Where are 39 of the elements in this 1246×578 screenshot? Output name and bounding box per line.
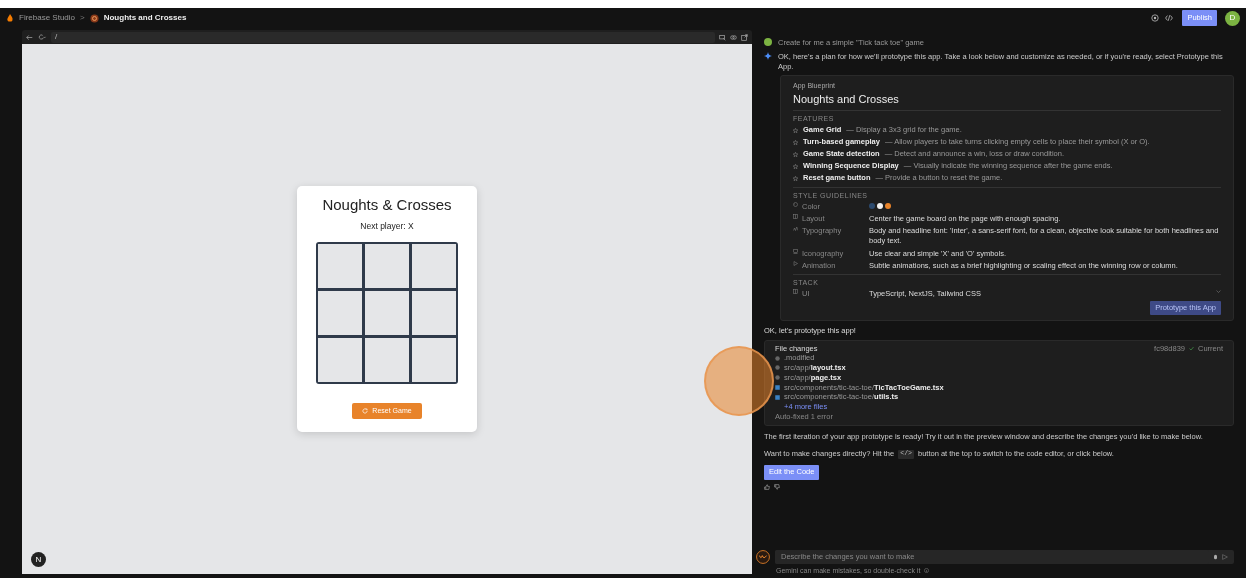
info-icon[interactable] — [924, 567, 930, 573]
gemini-logo-icon — [756, 549, 770, 564]
help-icon[interactable] — [1151, 14, 1160, 22]
file-dot-icon — [775, 365, 780, 371]
play-icon — [793, 260, 798, 266]
image-frame-icon — [793, 248, 798, 254]
url-field[interactable]: / — [51, 31, 715, 43]
back-arrow-icon[interactable] — [26, 33, 33, 41]
link-icon[interactable] — [730, 33, 737, 41]
breadcrumb-separator: > — [80, 12, 85, 24]
brand-name[interactable]: Firebase Studio — [19, 12, 76, 24]
text-size-icon — [793, 226, 798, 232]
chevron-down-icon[interactable] — [1216, 289, 1221, 295]
reset-icon — [362, 408, 369, 414]
attachment-icon[interactable] — [1213, 553, 1218, 560]
star-icon — [793, 139, 798, 145]
dev-badge[interactable]: N — [31, 552, 46, 567]
user-avatar — [764, 38, 772, 46]
star-icon — [793, 151, 798, 157]
palette-icon — [793, 202, 798, 208]
game-title: Noughts & Crosses — [322, 196, 452, 214]
app-icon — [89, 13, 99, 23]
reload-icon[interactable] — [37, 33, 47, 41]
external-link-icon[interactable] — [741, 33, 748, 41]
project-name[interactable]: Noughts and Crosses — [103, 12, 187, 24]
device-icon[interactable] — [719, 33, 726, 41]
file-dot-icon — [775, 355, 780, 361]
blueprint-title: Noughts and Crosses — [793, 91, 900, 107]
check-icon — [1189, 345, 1194, 351]
sparkle-icon — [764, 51, 772, 60]
star-icon — [793, 163, 798, 169]
code-icon[interactable] — [1164, 14, 1175, 22]
flame-icon — [6, 14, 14, 22]
game-status: Next player: X — [360, 220, 414, 233]
layout-icon — [793, 289, 798, 295]
star-icon — [793, 127, 798, 133]
layout-icon — [793, 214, 798, 220]
file-dot-icon — [775, 375, 780, 381]
star-icon — [793, 176, 798, 182]
